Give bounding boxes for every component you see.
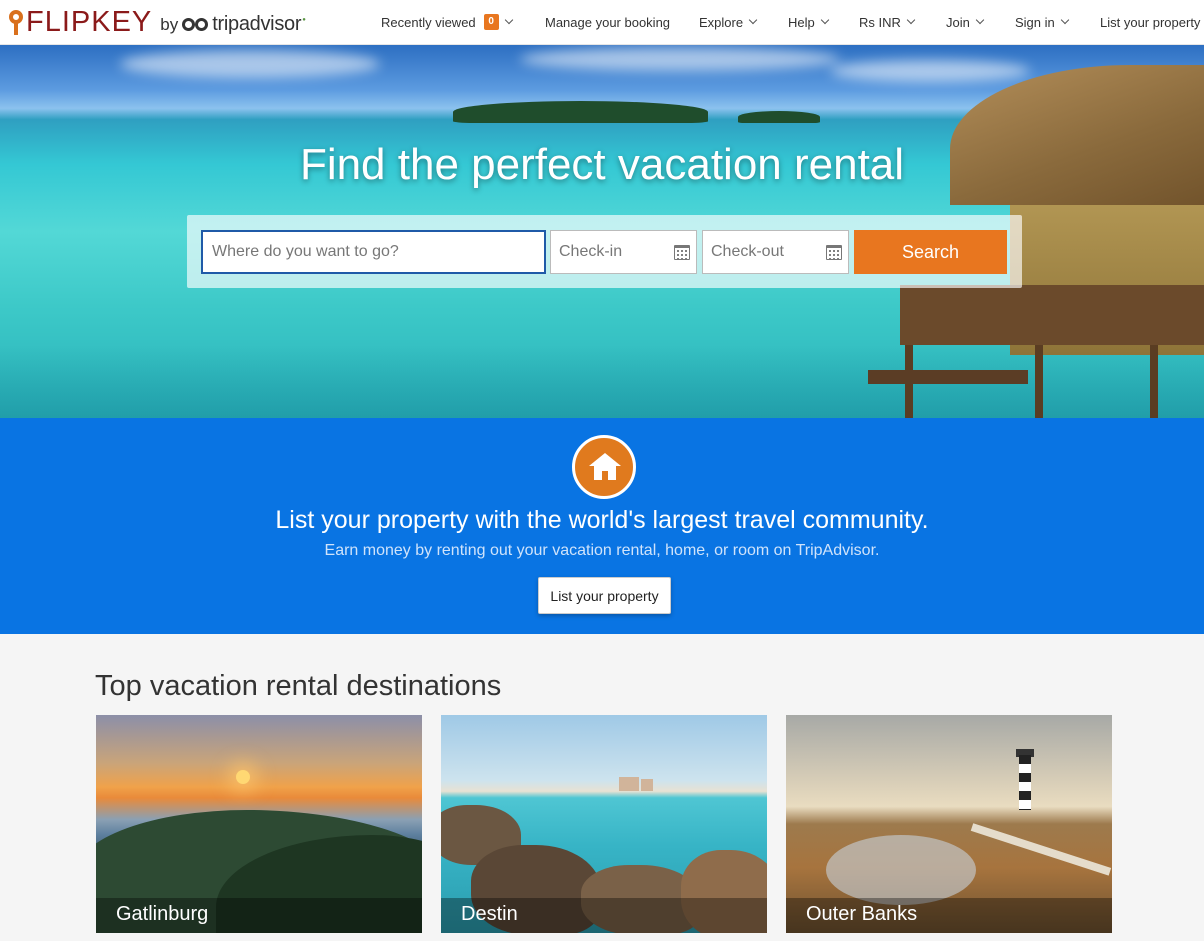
list-property-button[interactable]: List your property xyxy=(538,577,671,614)
lighthouse-tower xyxy=(1019,755,1031,810)
destination-card-destin[interactable]: Destin xyxy=(441,715,767,933)
list-property-title: List your property with the world's larg… xyxy=(275,506,929,534)
nav-recently-viewed[interactable]: Recently viewed 0 xyxy=(381,0,513,44)
chevron-down-icon xyxy=(748,15,758,25)
hero-cloud xyxy=(830,60,1030,82)
destination-name: Gatlinburg xyxy=(116,903,209,925)
chevron-down-icon xyxy=(820,15,829,25)
logo-partner: tripadvisor xyxy=(212,13,302,35)
chevron-down-icon xyxy=(1060,15,1069,25)
search-form: Search xyxy=(187,215,1022,288)
hero-cloud xyxy=(120,50,380,78)
hero-hut-stilt xyxy=(1035,345,1043,418)
destination-name: Outer Banks xyxy=(806,903,918,925)
sun-shape xyxy=(236,770,250,784)
chevron-down-icon xyxy=(504,15,513,25)
nav-help-label: Help xyxy=(788,14,815,30)
building-shape xyxy=(619,777,639,791)
nav-explore[interactable]: Explore xyxy=(699,0,758,44)
tripadvisor-owl-icon xyxy=(182,17,210,33)
nav-list-property-label: List your property xyxy=(1100,14,1201,30)
nav-list-property[interactable]: List your property xyxy=(1100,0,1200,44)
list-property-subtitle: Earn money by renting out your vacation … xyxy=(324,542,880,559)
registered-mark-icon: ● xyxy=(302,17,306,23)
nav-help[interactable]: Help xyxy=(788,0,829,44)
destination-input[interactable] xyxy=(201,230,546,274)
hero-island xyxy=(453,101,708,123)
hero-banner: Find the perfect vacation rental Search xyxy=(0,45,1204,418)
hero-hut-platform xyxy=(868,370,1028,384)
nav-join-label: Join xyxy=(946,14,970,30)
destination-card-gatlinburg[interactable]: Gatlinburg xyxy=(96,715,422,933)
flipkey-logo[interactable]: FLIPKEY by tripadvisor ● xyxy=(8,7,306,37)
nav-explore-label: Explore xyxy=(699,14,744,30)
destination-card-outer-banks[interactable]: Outer Banks xyxy=(786,715,1112,933)
nav-manage-booking[interactable]: Manage your booking xyxy=(545,0,670,44)
nav-join[interactable]: Join xyxy=(946,0,985,44)
marsh-water xyxy=(826,835,976,905)
hero-hut-stilt xyxy=(1150,345,1158,418)
key-icon xyxy=(8,9,24,35)
nav-recently-viewed-label: Recently viewed xyxy=(381,14,476,30)
building-shape xyxy=(641,779,653,791)
nav-currency[interactable]: Rs INR xyxy=(859,0,916,44)
nav-manage-booking-label: Manage your booking xyxy=(545,14,671,30)
logo-brand: FLIPKEY xyxy=(26,6,153,38)
nav-currency-label: Rs INR xyxy=(859,14,901,30)
recently-viewed-count-badge: 0 xyxy=(483,14,499,30)
nav-sign-in-label: Sign in xyxy=(1015,14,1055,30)
chevron-down-icon xyxy=(906,15,916,25)
search-button[interactable]: Search xyxy=(854,230,1007,274)
hero-island xyxy=(738,111,820,123)
site-header: FLIPKEY by tripadvisor ● Recently viewed… xyxy=(0,0,1204,45)
nav-sign-in[interactable]: Sign in xyxy=(1015,0,1069,44)
logo-by: by xyxy=(160,15,179,34)
calendar-icon[interactable] xyxy=(826,245,842,260)
hero-cloud xyxy=(520,47,840,71)
chevron-down-icon xyxy=(975,15,985,25)
hero-hut-deck xyxy=(900,285,1204,345)
hero-title: Find the perfect vacation rental xyxy=(299,140,905,189)
calendar-icon[interactable] xyxy=(674,245,690,260)
house-icon xyxy=(572,435,636,499)
list-property-section: List your property with the world's larg… xyxy=(0,418,1204,634)
destination-name: Destin xyxy=(461,903,518,925)
destinations-heading: Top vacation rental destinations xyxy=(95,670,502,702)
